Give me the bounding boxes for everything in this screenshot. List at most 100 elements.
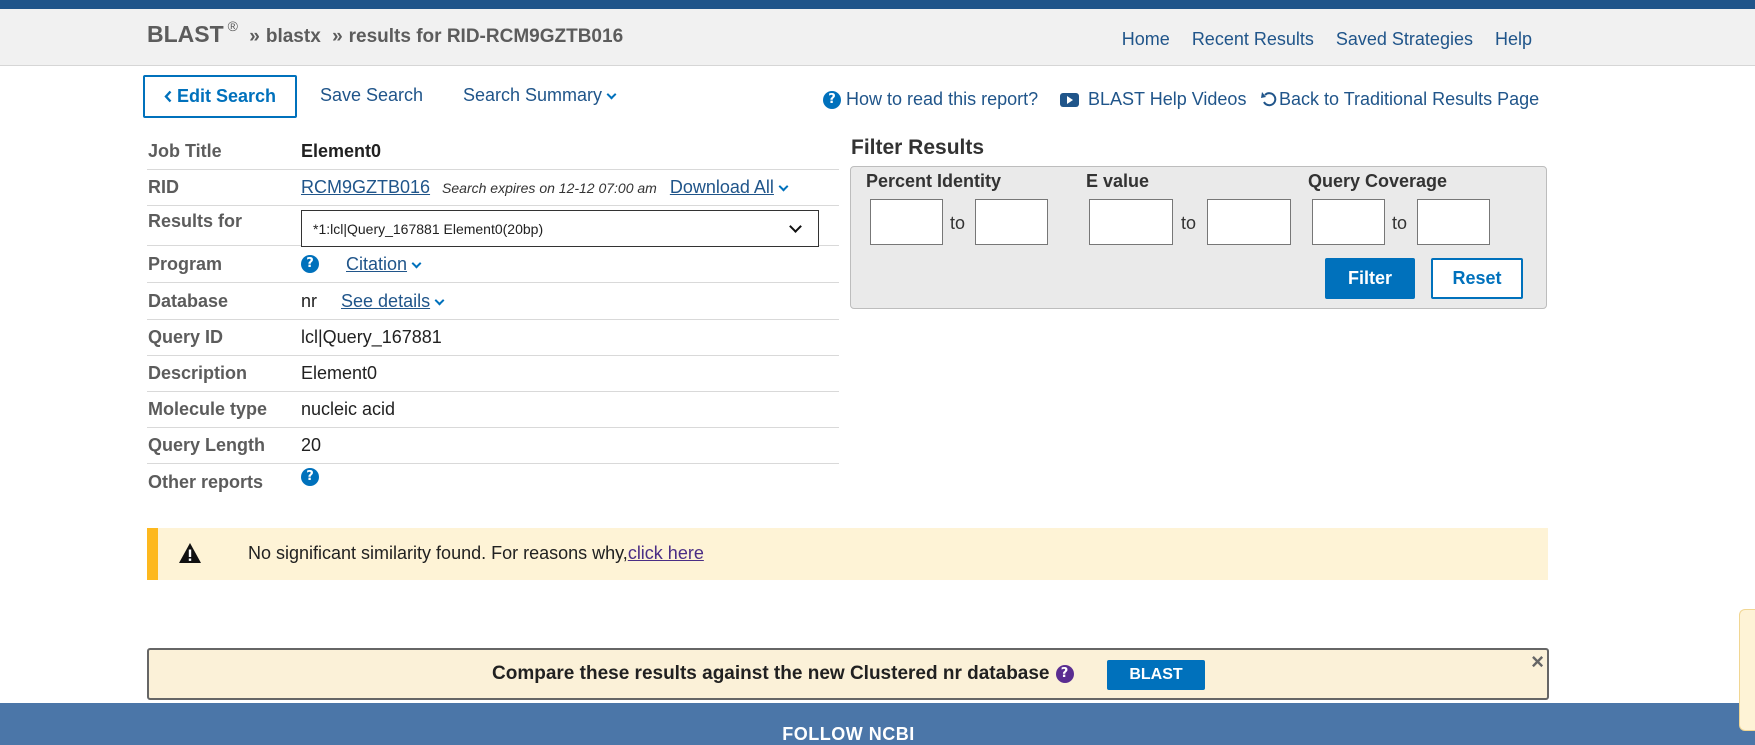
- undo-icon: [1261, 92, 1277, 107]
- rid-link[interactable]: RCM9GZTB016: [301, 177, 430, 198]
- summary-row-database: Database nr See details: [147, 283, 839, 320]
- see-details-label: See details: [341, 290, 431, 311]
- filter-results-title: Filter Results: [851, 136, 985, 159]
- summary-row-description: Description Element0: [147, 356, 839, 392]
- other-reports-value: ?: [301, 468, 319, 486]
- e-value-label: E value: [1086, 171, 1150, 191]
- youtube-icon: [1060, 93, 1079, 108]
- click-here-link[interactable]: click here: [628, 543, 704, 563]
- how-to-read-label: How to read this report?: [846, 89, 1039, 109]
- back-to-traditional-link[interactable]: Back to Traditional Results Page: [1261, 89, 1539, 110]
- job-title-value: Element0: [301, 141, 382, 161]
- query-length-value: 20: [301, 435, 322, 455]
- e-value-to: to: [1181, 213, 1197, 233]
- chevron-down-icon: [434, 295, 445, 305]
- chevron-down-icon: [789, 220, 802, 233]
- description-value: Element0: [301, 363, 378, 383]
- summary-row-molecule-type: Molecule type nucleic acid: [147, 392, 839, 428]
- help-circle-icon[interactable]: ?: [1055, 665, 1074, 683]
- feedback-tab[interactable]: [1739, 609, 1755, 731]
- query-coverage-max-input[interactable]: [1417, 199, 1490, 245]
- results-for-label: Results for: [148, 211, 243, 231]
- follow-ncbi-title: FOLLOW NCBI: [782, 724, 915, 744]
- percent-identity-to: to: [950, 213, 966, 233]
- e-value-min-input[interactable]: [1089, 199, 1173, 245]
- program-value-group: ? Citation: [301, 253, 422, 275]
- crumb-separator: »: [332, 26, 343, 47]
- search-summary-label: Search Summary: [463, 85, 603, 105]
- search-summary-toggle[interactable]: Search Summary: [463, 85, 617, 106]
- help-circle-icon: ?: [823, 91, 841, 110]
- search-summary-table: Job Title Element0 RID RCM9GZTB016 Searc…: [147, 134, 839, 500]
- summary-row-results-for: Results for *1:lcl|Query_167881 Element0…: [147, 206, 839, 247]
- help-videos-label: BLAST Help Videos: [1088, 89, 1247, 109]
- summary-row-query-id: Query ID lcl|Query_167881: [147, 320, 839, 356]
- summary-row-rid: RID RCM9GZTB016 Search expires on 12-12 …: [147, 170, 839, 206]
- nav-recent-results[interactable]: Recent Results: [1192, 29, 1314, 50]
- citation-label: Citation: [346, 253, 408, 274]
- summary-row-program: Program ? Citation: [147, 246, 839, 283]
- query-id-label: Query ID: [148, 327, 224, 347]
- description-label: Description: [148, 363, 248, 383]
- warning-triangle-icon: [179, 543, 201, 563]
- query-coverage-min-input[interactable]: [1312, 199, 1385, 245]
- chevron-down-icon: [411, 258, 422, 268]
- back-traditional-label: Back to Traditional Results Page: [1279, 89, 1540, 109]
- clustered-nr-message: Compare these results against the new Cl…: [492, 663, 1074, 685]
- top-nav: Home Recent Results Saved Strategies Hel…: [1122, 29, 1532, 50]
- query-coverage-to: to: [1392, 213, 1408, 233]
- nav-help[interactable]: Help: [1495, 29, 1532, 50]
- filter-results-panel: Percent Identity to E value to Query Cov…: [850, 166, 1547, 309]
- database-value-group: nr See details: [301, 290, 445, 312]
- close-icon[interactable]: ×: [1531, 649, 1544, 675]
- results-for-selected: *1:lcl|Query_167881 Element0(20bp): [313, 220, 544, 237]
- e-value-max-input[interactable]: [1207, 199, 1291, 245]
- rid-value-group: RCM9GZTB016 Search expires on 12-12 07:0…: [301, 177, 789, 198]
- filter-button[interactable]: Filter: [1325, 258, 1415, 299]
- registered-mark: ®: [227, 17, 238, 34]
- no-similarity-alert: No significant similarity found. For rea…: [147, 528, 1548, 580]
- molecule-type-label: Molecule type: [148, 399, 268, 419]
- how-to-read-link[interactable]: ? How to read this report?: [823, 89, 1038, 110]
- page-header: BLAST ® » blastx » results for RID-RCM9GZTB…: [0, 9, 1755, 66]
- summary-row-query-length: Query Length 20: [147, 428, 839, 464]
- clustered-blast-button[interactable]: BLAST: [1107, 660, 1205, 690]
- expires-note: Search expires on 12-12 07:00 am: [442, 179, 657, 196]
- no-similarity-message: No significant similarity found. For rea…: [248, 543, 704, 564]
- percent-identity-label: Percent Identity: [866, 171, 1002, 191]
- query-id-value: lcl|Query_167881: [301, 327, 442, 347]
- citation-toggle[interactable]: Citation: [346, 253, 422, 275]
- chevron-down-icon: [606, 89, 617, 100]
- rid-label: RID: [148, 177, 179, 197]
- molecule-type-value: nucleic acid: [301, 399, 396, 419]
- program-label: Program: [148, 253, 223, 274]
- summary-row-job-title: Job Title Element0: [147, 134, 839, 170]
- results-for-select[interactable]: *1:lcl|Query_167881 Element0(20bp): [301, 210, 819, 247]
- help-circle-icon[interactable]: ?: [301, 255, 319, 273]
- see-details-toggle[interactable]: See details: [341, 290, 445, 312]
- percent-identity-max-input[interactable]: [975, 199, 1048, 245]
- percent-identity-group: Percent Identity: [866, 171, 1001, 192]
- brand-blast[interactable]: BLAST: [147, 21, 224, 47]
- query-length-label: Query Length: [148, 435, 266, 455]
- nav-saved-strategies[interactable]: Saved Strategies: [1336, 29, 1473, 50]
- save-search-link[interactable]: Save Search: [320, 85, 423, 106]
- blast-help-videos-link[interactable]: BLAST Help Videos: [1060, 89, 1246, 110]
- edit-search-button[interactable]: Edit Search: [143, 75, 297, 118]
- percent-identity-min-input[interactable]: [870, 199, 943, 245]
- chevron-left-icon: [164, 90, 172, 103]
- edit-search-label: Edit Search: [176, 86, 277, 106]
- crumb-program[interactable]: blastx: [266, 26, 321, 47]
- clustered-nr-text: Compare these results against the new Cl…: [492, 663, 1050, 684]
- help-circle-icon[interactable]: ?: [301, 468, 319, 486]
- download-all-label: Download All: [669, 177, 774, 197]
- download-all-link[interactable]: Download All: [669, 177, 789, 198]
- no-similarity-text: No significant similarity found. For rea…: [248, 543, 628, 563]
- clustered-nr-banner: Compare these results against the new Cl…: [147, 648, 1549, 700]
- database-label: Database: [148, 290, 229, 311]
- nav-home[interactable]: Home: [1122, 29, 1170, 50]
- chevron-down-icon: [778, 181, 789, 192]
- reset-button[interactable]: Reset: [1431, 258, 1523, 299]
- query-coverage-group: Query Coverage: [1308, 171, 1447, 192]
- top-stripe: [0, 0, 1755, 9]
